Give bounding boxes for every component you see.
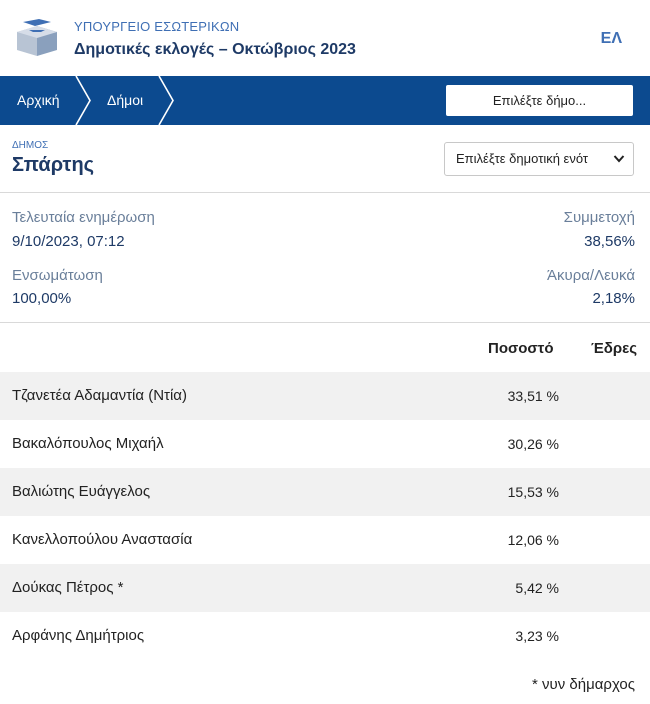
- candidate-name: Βακαλόπουλος Μιχαήλ: [12, 435, 164, 452]
- table-row: Αρφάνης Δημήτριος 3,23 %: [0, 612, 650, 660]
- invalid-blank-label: Άκυρα/Λευκά: [547, 267, 635, 284]
- invalid-blank-value: 2,18%: [592, 290, 635, 307]
- municipality-name: Σπάρτης: [12, 154, 95, 176]
- candidate-percent: 12,06 %: [507, 532, 559, 548]
- table-row: Βαλιώτης Ευάγγελος 15,53 %: [0, 468, 650, 516]
- last-update-label: Τελευταία ενημέρωση: [12, 209, 155, 226]
- candidate-name: Δούκας Πέτρος *: [12, 579, 124, 596]
- breadcrumb-municipalities[interactable]: Δήμοι: [107, 76, 143, 125]
- divider: [0, 322, 650, 323]
- table-row: Δούκας Πέτρος * 5,42 %: [0, 564, 650, 612]
- divider: [0, 192, 650, 193]
- turnout-value: 38,56%: [584, 233, 635, 250]
- integration-label: Ενσωμάτωση: [12, 267, 103, 284]
- table-row: Βακαλόπουλος Μιχαήλ 30,26 %: [0, 420, 650, 468]
- breadcrumb-home[interactable]: Αρχική: [17, 76, 60, 125]
- site-header: ΥΠΟΥΡΓΕΙΟ ΕΣΩΤΕΡΙΚΩΝ Δημοτικές εκλογές –…: [0, 0, 650, 76]
- candidate-percent: 30,26 %: [507, 436, 559, 452]
- turnout-label: Συμμετοχή: [563, 209, 635, 226]
- ministry-name: ΥΠΟΥΡΓΕΙΟ ΕΣΩΤΕΡΙΚΩΝ: [74, 19, 240, 34]
- breadcrumb-chevron-icon: [158, 76, 174, 125]
- municipal-unit-select[interactable]: Επιλέξτε δημοτική ενότ: [444, 142, 634, 176]
- integration-value: 100,00%: [12, 290, 72, 307]
- candidate-percent: 5,42 %: [515, 580, 559, 596]
- table-row: Τζανετέα Αδαμαντία (Ντία) 33,51 %: [0, 372, 650, 420]
- footnote: * νυν δήμαρχος: [532, 676, 635, 693]
- breadcrumb-chevron-icon: [75, 76, 91, 125]
- ballot-box-icon: [17, 19, 57, 56]
- candidate-name: Βαλιώτης Ευάγγελος: [12, 483, 151, 500]
- municipal-unit-select-label: Επιλέξτε δημοτική ενότ: [456, 151, 589, 166]
- candidate-name: Τζανετέα Αδαμαντία (Ντία): [12, 387, 187, 404]
- chevron-down-icon: [613, 155, 625, 163]
- candidate-percent: 3,23 %: [515, 628, 559, 644]
- candidate-percent: 15,53 %: [507, 484, 559, 500]
- table-row: Κανελλοπούλου Αναστασία 12,06 %: [0, 516, 650, 564]
- candidate-name: Κανελλοπούλου Αναστασία: [12, 531, 193, 548]
- last-update-value: 9/10/2023, 07:12: [12, 233, 125, 250]
- language-switch[interactable]: ΕΛ: [601, 30, 622, 48]
- candidate-name: Αρφάνης Δημήτριος: [12, 627, 145, 644]
- column-header-percent: Ποσοστό: [488, 340, 554, 357]
- breadcrumb-bar: Αρχική Δήμοι Επιλέξτε δήμο...: [0, 76, 650, 125]
- select-municipality-button[interactable]: Επιλέξτε δήμο...: [446, 85, 633, 116]
- election-title: Δημοτικές εκλογές – Οκτώβριος 2023: [74, 41, 356, 58]
- municipality-label: ΔΗΜΟΣ: [12, 140, 49, 151]
- column-header-seats: Έδρες: [591, 340, 638, 357]
- candidate-percent: 33,51 %: [507, 388, 559, 404]
